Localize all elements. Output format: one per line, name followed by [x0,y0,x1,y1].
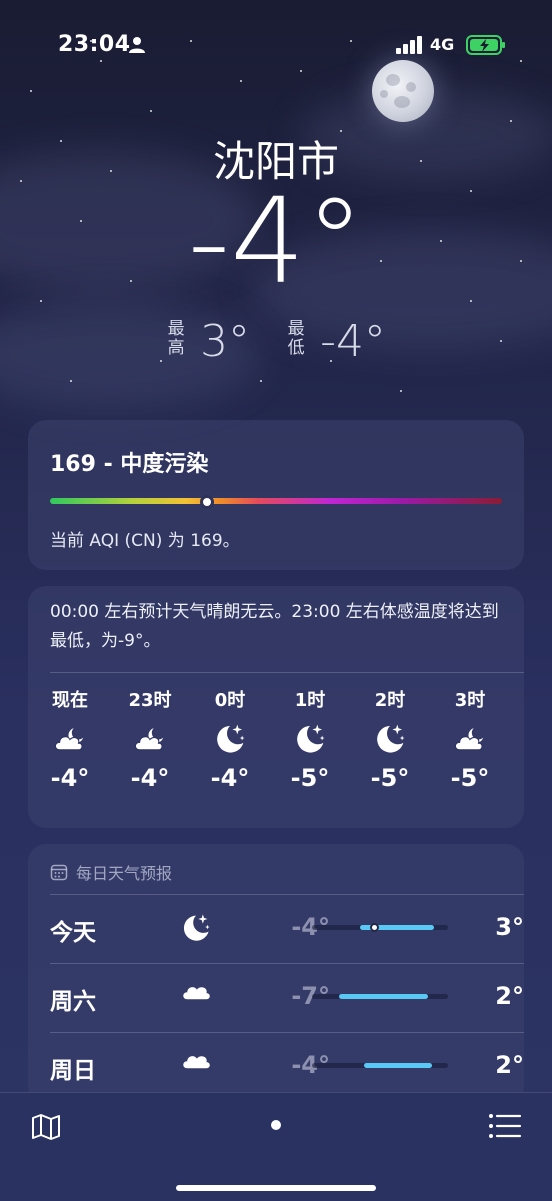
high-temp: 3° [495,913,524,941]
moon-image [372,60,434,122]
star [40,300,42,302]
daily-row[interactable]: 周六 -7° 2° [50,963,524,1032]
hour-temp: -4° [210,764,250,792]
cloudy-icon [180,1049,212,1074]
high-low-temps: 最高 3° 最低 -4° [0,316,552,367]
map-icon[interactable] [30,1111,62,1143]
network-type: 4G [430,35,455,54]
daily-header: 每日天气预报 [50,860,172,884]
battery-charging-icon [466,35,505,55]
temp-range-bar [312,923,448,932]
hour-label: 1时 [294,690,326,711]
aqi-indicator [199,495,214,509]
day-label: 周六 [50,989,96,1015]
hour-temp: -5° [290,764,330,792]
current-temperature: -4° [187,172,365,310]
temp-range-fill [363,1063,432,1068]
bottom-toolbar [0,1092,552,1201]
daily-header-label: 每日天气预报 [76,864,173,883]
aqi-scale-bar [50,498,502,504]
list-icon[interactable] [488,1111,522,1141]
hourly-summary: 00:00 左右预计天气晴朗无云。23:00 左右体感温度将达到最低，为-9°。 [50,602,499,651]
aqi-description: 当前 AQI (CN) 为 169。 [50,531,240,551]
hour-temp: -4° [50,764,90,792]
hour-temp: -5° [370,764,410,792]
clear-night-icon [190,716,270,760]
hourly-item: 0时 -4° [190,686,270,792]
clear-night-icon [270,716,350,760]
hour-label: 2时 [374,690,406,711]
star [510,120,512,122]
day-label: 周日 [50,1058,96,1084]
aqi-title: 169 - 中度污染 [50,452,209,477]
clear-night-icon [180,911,212,947]
star [150,110,152,112]
partly-cloudy-night-icon [110,716,190,760]
hourly-item: 1时 -5° [270,686,350,792]
hourly-item: 现在 -4° [30,686,110,792]
signal-icon [396,36,422,54]
hour-temp: -4° [130,764,170,792]
star [260,380,262,382]
high-temp: 2° [495,982,524,1010]
status-time: 23:04 [58,32,131,57]
temp-range-bar [312,1063,448,1068]
home-indicator[interactable] [176,1185,376,1191]
star [400,390,402,392]
page-indicator-dot[interactable] [271,1120,281,1130]
person-icon [129,37,145,53]
hourly-forecast-card[interactable]: 00:00 左右预计天气晴朗无云。23:00 左右体感温度将达到最低，为-9°。… [28,586,524,828]
high-temp: 2° [495,1051,524,1079]
calendar-icon [50,864,68,881]
low-label: 最低 [287,319,305,358]
high-label: 最高 [167,319,185,358]
temp-range-fill [339,994,428,999]
partly-cloudy-night-icon [430,716,510,760]
day-label: 今天 [50,920,96,946]
cloudy-icon [180,980,212,1005]
low-temp: -4° [320,316,386,367]
status-bar: 23:04 4G [0,30,552,62]
hour-temp: -5° [450,764,490,792]
temp-range-bar [312,994,448,999]
clear-night-icon [350,716,430,760]
star [30,90,32,92]
star [240,80,242,82]
star [470,300,472,302]
hourly-item: 23时 -4° [110,686,190,792]
divider [50,672,524,673]
hour-label: 0时 [214,690,246,711]
partly-cloudy-night-icon [30,716,110,760]
high-temp: 3° [200,316,251,367]
hour-label: 23时 [128,690,172,711]
hour-label: 现在 [52,690,88,711]
hourly-item: 2时 -5° [350,686,430,792]
air-quality-card[interactable]: 169 - 中度污染 当前 AQI (CN) 为 169。 [28,420,524,570]
hour-label: 3时 [454,690,486,711]
current-temp-marker [370,923,380,932]
daily-row[interactable]: 周日 -4° 2° [50,1032,524,1101]
star [70,380,72,382]
hourly-item: 3时 -5° [430,686,510,792]
daily-row[interactable]: 今天 -4° 3° [50,894,524,963]
daily-forecast-card[interactable]: 每日天气预报 今天 -4° 3° 周六 -7° 2° 周日 -4° 2° [28,844,524,1104]
star [300,70,302,72]
